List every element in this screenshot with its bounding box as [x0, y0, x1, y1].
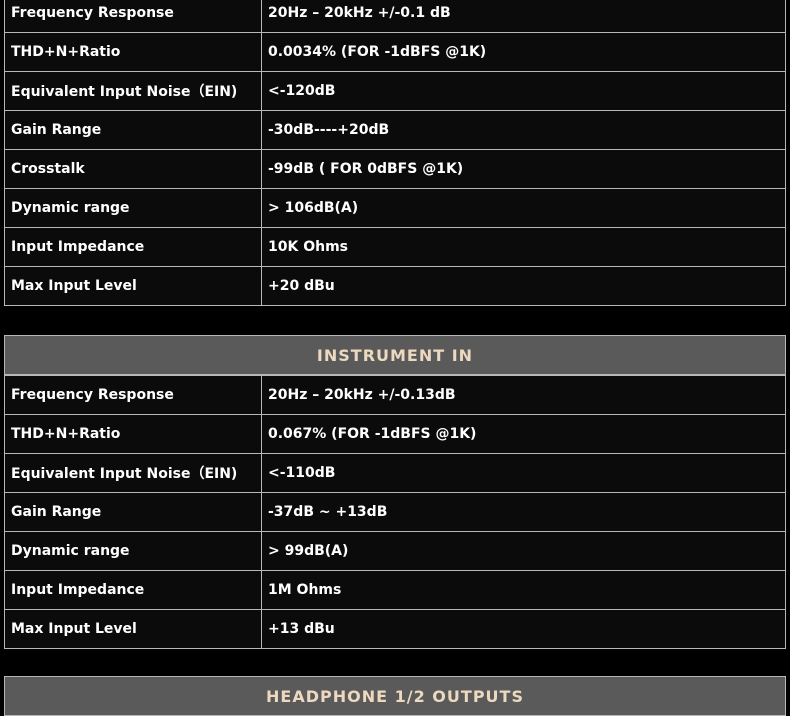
table-row: Equivalent Input Noise（EIN) <-120dB [4, 71, 786, 111]
instrument-in-spec-table: Frequency Response 20Hz – 20kHz +/-0.13d… [4, 375, 786, 649]
spec-value: <-110dB [261, 453, 786, 493]
table-row: Max Input Level +20 dBu [4, 266, 786, 306]
table-row: Frequency Response 20Hz – 20kHz +/-0.13d… [4, 375, 786, 415]
spec-label: Equivalent Input Noise（EIN) [4, 453, 262, 493]
spec-label: Input Impedance [4, 227, 262, 267]
table-row: Input Impedance 10K Ohms [4, 227, 786, 267]
spec-value: 20Hz – 20kHz +/-0.1 dB [261, 0, 786, 33]
table-row: Frequency Response 20Hz – 20kHz +/-0.1 d… [4, 0, 786, 33]
spec-label: Equivalent Input Noise（EIN) [4, 71, 262, 111]
spec-label: Frequency Response [4, 375, 262, 415]
table-row: Max Input Level +13 dBu [4, 609, 786, 649]
section-title: HEADPHONE 1/2 OUTPUTS [266, 686, 524, 706]
spec-sheet: Frequency Response 20Hz – 20kHz +/-0.1 d… [0, 0, 790, 716]
section-title: INSTRUMENT IN [316, 345, 474, 365]
table-row: Equivalent Input Noise（EIN) <-110dB [4, 453, 786, 493]
spec-label: Dynamic range [4, 531, 262, 571]
spec-label: Dynamic range [4, 188, 262, 228]
table-row: Dynamic range > 106dB(A) [4, 188, 786, 228]
spec-label: THD+N+Ratio [4, 414, 262, 454]
table-row: THD+N+Ratio 0.0034% (FOR -1dBFS @1K) [4, 32, 786, 72]
spec-label: THD+N+Ratio [4, 32, 262, 72]
spec-value: -37dB ~ +13dB [261, 492, 786, 532]
spec-value: 1M Ohms [261, 570, 786, 610]
line-input-spec-table: Frequency Response 20Hz – 20kHz +/-0.1 d… [4, 0, 786, 306]
spec-value: 0.0034% (FOR -1dBFS @1K) [261, 32, 786, 72]
spec-value: 0.067% (FOR -1dBFS @1K) [261, 414, 786, 454]
spec-label: Max Input Level [4, 609, 262, 649]
spec-label: Input Impedance [4, 570, 262, 610]
spec-label: Gain Range [4, 110, 262, 150]
table-row: Dynamic range > 99dB(A) [4, 531, 786, 571]
spec-value: 20Hz – 20kHz +/-0.13dB [261, 375, 786, 415]
instrument-in-header: INSTRUMENT IN [4, 335, 786, 375]
spec-value: -30dB----+20dB [261, 110, 786, 150]
headphone-outputs-header: HEADPHONE 1/2 OUTPUTS [4, 676, 786, 716]
spec-value: <-120dB [261, 71, 786, 111]
table-row: Crosstalk -99dB ( FOR 0dBFS @1K) [4, 149, 786, 189]
table-row: Gain Range -30dB----+20dB [4, 110, 786, 150]
table-row: Input Impedance 1M Ohms [4, 570, 786, 610]
spec-label: Crosstalk [4, 149, 262, 189]
spec-value: +20 dBu [261, 266, 786, 306]
spec-label: Gain Range [4, 492, 262, 532]
spec-value: -99dB ( FOR 0dBFS @1K) [261, 149, 786, 189]
spec-value: +13 dBu [261, 609, 786, 649]
spec-value: > 99dB(A) [261, 531, 786, 571]
spec-value: > 106dB(A) [261, 188, 786, 228]
table-row: THD+N+Ratio 0.067% (FOR -1dBFS @1K) [4, 414, 786, 454]
spec-label: Frequency Response [4, 0, 262, 33]
table-row: Gain Range -37dB ~ +13dB [4, 492, 786, 532]
spec-label: Max Input Level [4, 266, 262, 306]
spec-value: 10K Ohms [261, 227, 786, 267]
